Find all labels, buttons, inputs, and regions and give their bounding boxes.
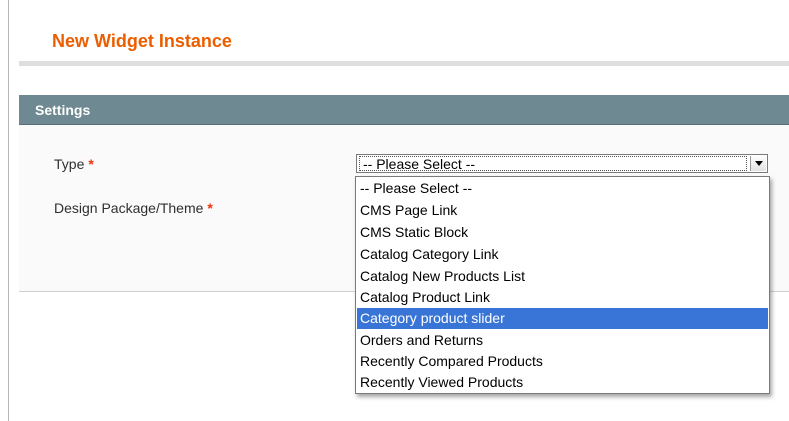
type-options-list[interactable]: -- Please Select -- CMS Page Link CMS St… [355,176,770,394]
required-marker: * [88,156,94,172]
page-title: New Widget Instance [52,31,232,51]
type-option-highlighted[interactable]: Category product slider [357,308,768,329]
type-option[interactable]: CMS Static Block [357,222,768,243]
type-option[interactable]: Orders and Returns [357,330,768,351]
design-field-label: Design Package/Theme * [54,200,213,216]
type-select[interactable]: -- Please Select -- [356,154,768,173]
type-field-label: Type * [54,156,94,172]
type-option[interactable]: CMS Page Link [357,200,768,221]
design-label-text: Design Package/Theme [54,200,204,216]
type-option[interactable]: -- Please Select -- [357,178,768,199]
type-option[interactable]: Catalog Product Link [357,287,768,308]
type-option[interactable]: Catalog Category Link [357,244,768,265]
type-option[interactable]: Recently Viewed Products [357,372,768,393]
section-header: Settings [19,95,789,125]
required-marker: * [207,200,213,216]
left-border [8,0,9,421]
title-divider [19,61,789,66]
type-select-value: -- Please Select -- [363,156,476,172]
chevron-down-icon [755,161,763,166]
section-title: Settings [35,102,91,118]
type-option[interactable]: Catalog New Products List [357,266,768,287]
type-select-arrow[interactable] [750,156,766,171]
type-option[interactable]: Recently Compared Products [357,351,768,372]
type-label-text: Type [54,156,85,172]
page: New Widget Instance Settings Type * Desig… [0,0,789,421]
